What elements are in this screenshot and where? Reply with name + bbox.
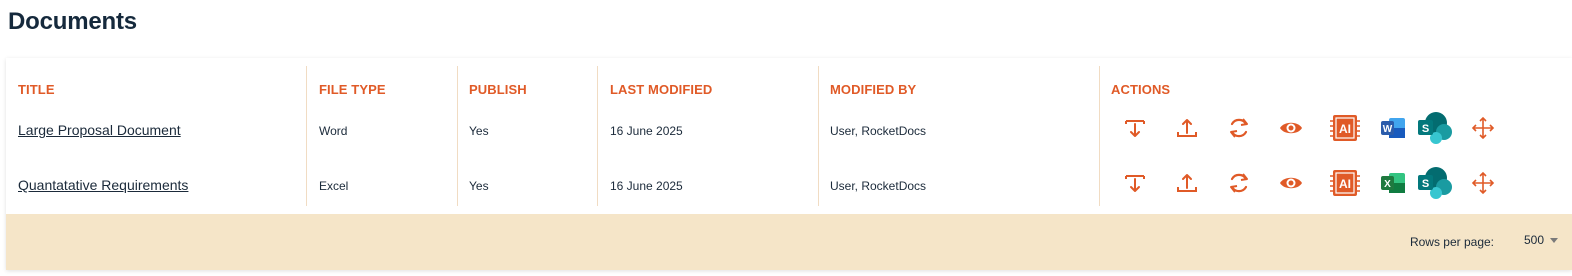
modified-by-cell: User, RocketDocs [830, 124, 927, 138]
upload-icon[interactable] [1172, 168, 1202, 198]
view-icon[interactable] [1276, 113, 1306, 143]
last-modified-cell: 16 June 2025 [610, 124, 683, 138]
ai-icon[interactable]: AI [1328, 111, 1362, 145]
refresh-icon[interactable] [1224, 113, 1254, 143]
column-header-actions: ACTIONS [1111, 82, 1171, 97]
svg-text:S: S [1422, 178, 1429, 190]
rows-per-page-select[interactable]: 500 [1524, 233, 1558, 247]
upload-icon[interactable] [1172, 113, 1202, 143]
svg-text:X: X [1384, 179, 1391, 190]
svg-text:AI: AI [1339, 177, 1351, 191]
file-type-cell: Excel [319, 179, 349, 193]
modified-by-cell: User, RocketDocs [830, 179, 927, 193]
file-type-cell: Word [319, 124, 348, 138]
column-header-last-modified[interactable]: LAST MODIFIED [610, 82, 712, 97]
ai-icon[interactable]: AI [1328, 166, 1362, 200]
download-icon[interactable] [1120, 168, 1150, 198]
publish-cell: Yes [469, 179, 489, 193]
excel-icon[interactable]: X [1378, 168, 1408, 198]
rows-per-page-label: Rows per page: [1409, 235, 1494, 249]
sharepoint-icon[interactable]: S [1414, 110, 1454, 146]
column-header-modified-by: MODIFIED BY [830, 82, 917, 97]
column-header-publish[interactable]: PUBLISH [469, 82, 527, 97]
word-icon[interactable]: W [1378, 113, 1408, 143]
column-header-title[interactable]: TITLE [18, 82, 55, 97]
refresh-icon[interactable] [1224, 168, 1254, 198]
rows-per-page-value: 500 [1523, 233, 1544, 247]
table-footer: Rows per page: 500 [6, 214, 1572, 270]
move-icon[interactable] [1468, 168, 1498, 198]
svg-text:W: W [1383, 124, 1393, 135]
download-icon[interactable] [1120, 113, 1150, 143]
last-modified-cell: 16 June 2025 [610, 179, 683, 193]
page-title: Documents [8, 8, 137, 35]
column-header-file-type[interactable]: FILE TYPE [319, 82, 386, 97]
documents-table: TITLE FILE TYPE PUBLISH LAST MODIFIED MO… [6, 66, 1572, 218]
move-icon[interactable] [1468, 113, 1498, 143]
publish-cell: Yes [469, 124, 489, 138]
document-title-link[interactable]: Large Proposal Document [18, 122, 181, 138]
view-icon[interactable] [1276, 168, 1306, 198]
chevron-down-icon [1550, 237, 1558, 243]
svg-text:S: S [1422, 123, 1429, 135]
documents-table-card: TITLE FILE TYPE PUBLISH LAST MODIFIED MO… [6, 58, 1572, 270]
document-title-link[interactable]: Quantatative Requirements [18, 177, 188, 193]
svg-text:AI: AI [1339, 122, 1351, 136]
sharepoint-icon[interactable]: S [1414, 165, 1454, 201]
